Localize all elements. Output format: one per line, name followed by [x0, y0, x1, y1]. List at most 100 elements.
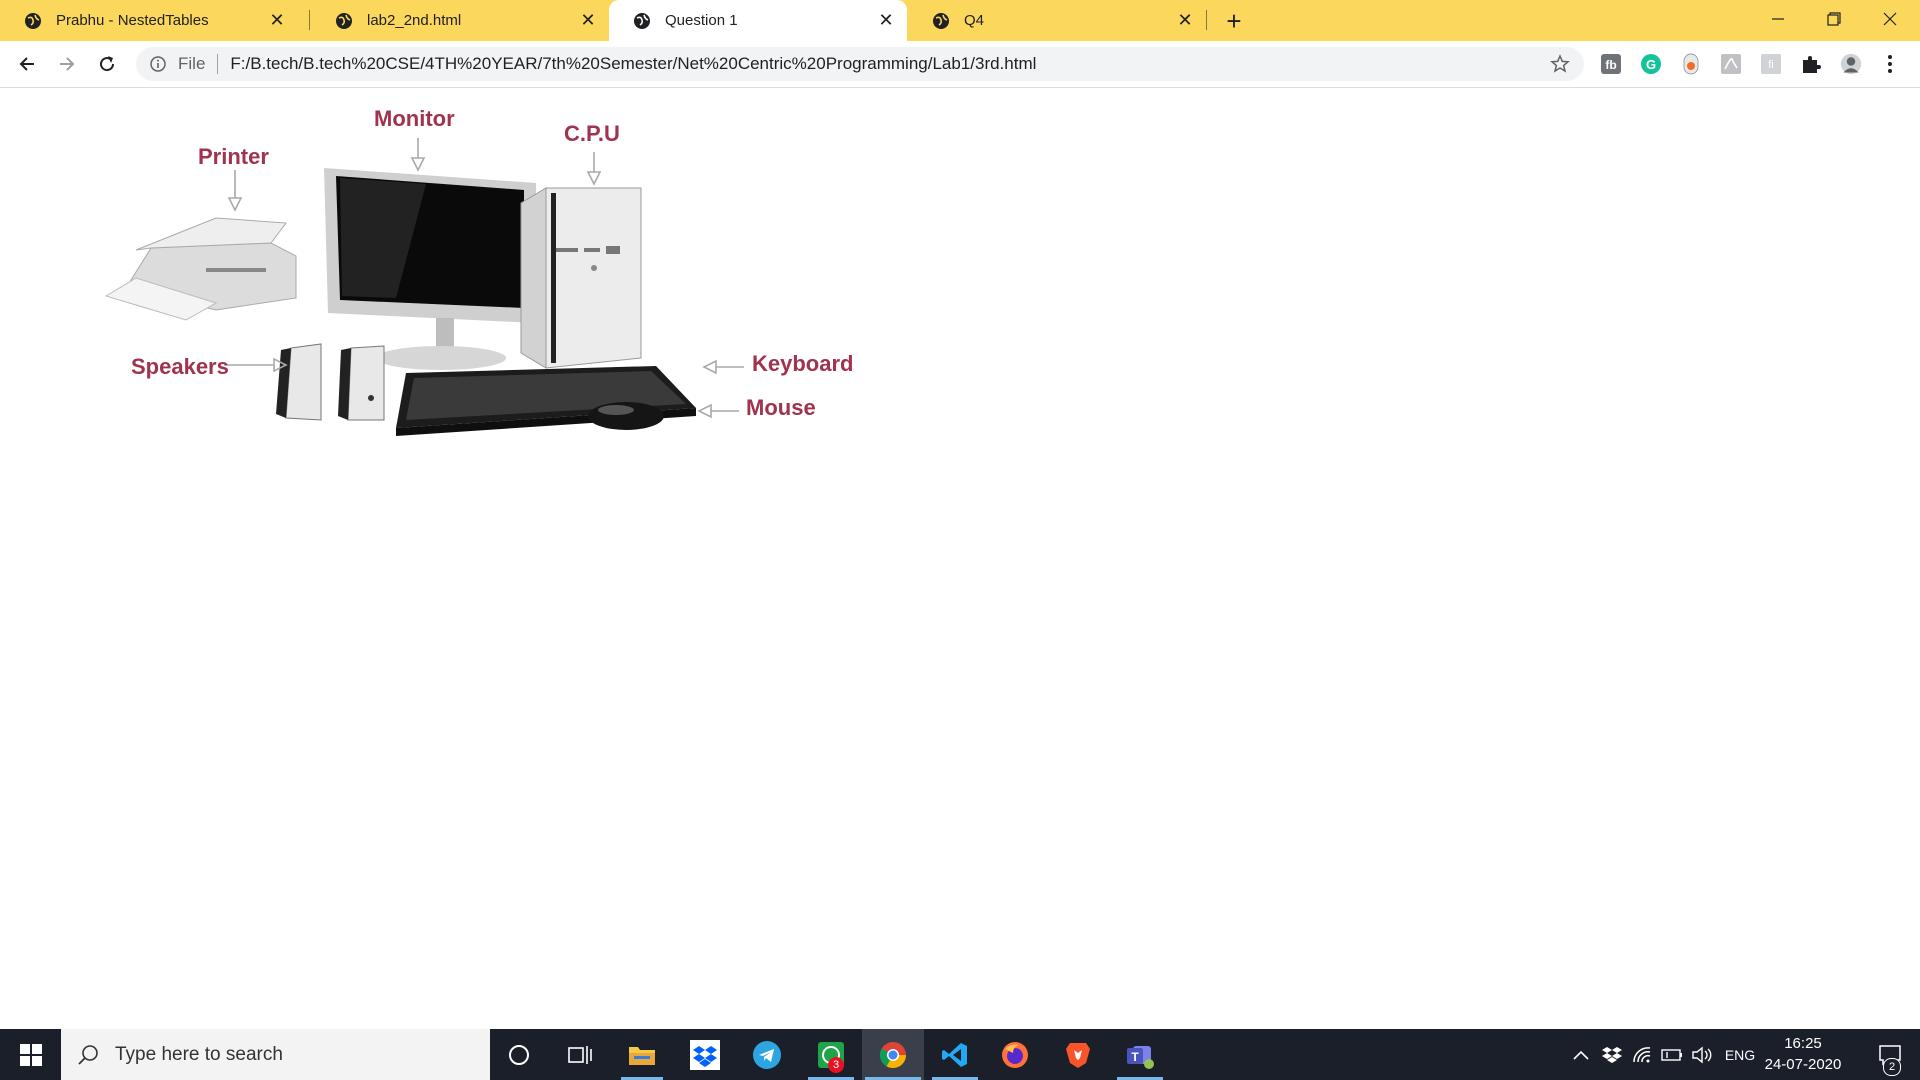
label-mouse: Mouse — [746, 395, 816, 420]
omnibox-divider — [217, 54, 219, 74]
tab-title: lab2_2nd.html — [367, 12, 462, 29]
whatsapp-button[interactable] — [806, 1029, 856, 1080]
arrow-right-icon — [60, 57, 75, 71]
menu-button[interactable] — [1883, 53, 1897, 75]
back-button[interactable] — [11, 48, 43, 80]
tab-title: Prabhu - NestedTables — [56, 12, 209, 29]
new-tab-button[interactable]: + — [1219, 6, 1249, 36]
dropbox-tray-icon[interactable] — [1600, 1029, 1624, 1080]
label-printer: Printer — [198, 144, 269, 169]
search-placeholder: Type here to search — [115, 1043, 283, 1065]
info-icon[interactable] — [150, 56, 166, 72]
language-indicator[interactable]: ENG — [1722, 1029, 1758, 1080]
windows-taskbar: Type here to search 3 T ENG 16:25 24-07-… — [0, 1029, 1920, 1080]
tab-title: Question 1 — [665, 12, 738, 29]
label-monitor: Monitor — [374, 106, 455, 131]
globe-icon — [933, 12, 949, 29]
reload-button[interactable] — [91, 48, 123, 80]
speakers-graphic — [276, 343, 385, 421]
wifi-icon[interactable] — [1630, 1029, 1654, 1080]
firefox-icon — [1002, 1041, 1028, 1068]
tab-divider — [1206, 10, 1207, 30]
close-icon[interactable]: ✕ — [1174, 10, 1196, 32]
brave-icon — [1066, 1042, 1090, 1068]
close-icon[interactable]: ✕ — [577, 10, 599, 32]
browser-toolbar: File F:/B.tech/B.tech%20CSE/4TH%20YEAR/7… — [0, 41, 1920, 88]
grammarly-icon[interactable]: G — [1640, 53, 1662, 75]
printer-graphic — [104, 217, 297, 321]
task-view-icon — [568, 1045, 592, 1064]
more-vertical-icon — [1888, 55, 1892, 73]
profile-avatar[interactable] — [1840, 53, 1862, 75]
cortana-icon — [509, 1044, 529, 1065]
close-icon — [1883, 12, 1897, 26]
clock-date: 24-07-2020 — [1764, 1056, 1842, 1073]
tab-divider — [309, 10, 310, 30]
firefox-button[interactable] — [990, 1029, 1040, 1080]
url-text[interactable]: F:/B.tech/B.tech%20CSE/4TH%20YEAR/7th%20… — [230, 54, 1036, 74]
tab-title: Q4 — [964, 12, 985, 29]
taskbar-search[interactable]: Type here to search — [61, 1029, 490, 1080]
chrome-icon — [879, 1041, 907, 1068]
globe-icon — [25, 12, 41, 29]
fb-extension-icon[interactable]: fb — [1600, 53, 1622, 75]
star-icon[interactable] — [1550, 54, 1570, 74]
notification-count: 2 — [1883, 1058, 1901, 1076]
clock[interactable]: 16:25 24-07-2020 — [1758, 1033, 1848, 1075]
acrobat-icon[interactable] — [1720, 53, 1742, 75]
file-explorer-button[interactable] — [617, 1029, 667, 1080]
notification-badge: 3 — [828, 1057, 844, 1073]
tab-question-1[interactable]: Question 1 ✕ — [609, 0, 907, 41]
mouse-graphic — [588, 402, 664, 430]
dropbox-icon — [690, 1039, 720, 1070]
svg-text:T: T — [1131, 1050, 1139, 1064]
label-cpu: C.P.U — [564, 121, 620, 146]
svg-text:fb: fb — [1605, 58, 1616, 72]
volume-icon[interactable] — [1690, 1029, 1714, 1080]
cpu-graphic — [520, 187, 642, 369]
label-speakers: Speakers — [131, 354, 229, 379]
restore-button[interactable] — [1806, 0, 1862, 38]
battery-icon[interactable] — [1660, 1029, 1684, 1080]
tab-q4[interactable]: Q4 ✕ — [908, 0, 1206, 41]
show-hidden-icons-button[interactable] — [1570, 1029, 1592, 1080]
minimize-button[interactable] — [1750, 0, 1806, 38]
honey-icon[interactable] — [1680, 53, 1702, 75]
label-keyboard: Keyboard — [752, 351, 854, 376]
telegram-button[interactable] — [742, 1029, 792, 1080]
chevron-up-icon — [1573, 1050, 1589, 1060]
start-button[interactable] — [0, 1029, 61, 1080]
teams-icon: T — [1127, 1045, 1154, 1069]
tab-lab2-2nd[interactable]: lab2_2nd.html ✕ — [311, 0, 609, 41]
address-bar[interactable]: File F:/B.tech/B.tech%20CSE/4TH%20YEAR/7… — [136, 47, 1584, 81]
vscode-icon — [942, 1042, 967, 1067]
task-view-button[interactable] — [555, 1029, 605, 1080]
clock-time: 16:25 — [1784, 1035, 1822, 1052]
tab-prabhu-nestedtables[interactable]: Prabhu - NestedTables ✕ — [0, 0, 298, 41]
language-label: ENG — [1724, 1046, 1756, 1063]
teams-button[interactable]: T — [1115, 1029, 1165, 1080]
svg-text:fi: fi — [1768, 59, 1774, 71]
page-content: Monitor C.P.U Printer Speakers Keyboard … — [0, 88, 1920, 1029]
telegram-icon — [753, 1040, 781, 1069]
reload-icon — [100, 56, 115, 72]
vscode-button[interactable] — [930, 1029, 980, 1080]
arrow-left-icon — [19, 57, 34, 71]
cortana-button[interactable] — [494, 1029, 544, 1080]
dropbox-button[interactable] — [680, 1029, 730, 1080]
globe-icon — [634, 12, 650, 29]
search-icon — [78, 1044, 98, 1065]
fn-extension-icon[interactable]: fi — [1760, 53, 1782, 75]
close-icon[interactable]: ✕ — [266, 10, 288, 32]
close-icon[interactable]: ✕ — [875, 10, 897, 32]
minimize-icon — [1772, 18, 1784, 20]
computer-parts-image: Monitor C.P.U Printer Speakers Keyboard … — [96, 98, 856, 458]
monitor-graphic — [324, 168, 536, 370]
brave-button[interactable] — [1053, 1029, 1103, 1080]
forward-button[interactable] — [51, 48, 83, 80]
puzzle-icon[interactable] — [1800, 53, 1822, 75]
scheme-label: File — [178, 54, 206, 73]
tab-strip: Prabhu - NestedTables ✕ lab2_2nd.html ✕ … — [0, 0, 1920, 41]
chrome-button[interactable] — [862, 1029, 924, 1080]
window-close-button[interactable] — [1862, 0, 1918, 38]
